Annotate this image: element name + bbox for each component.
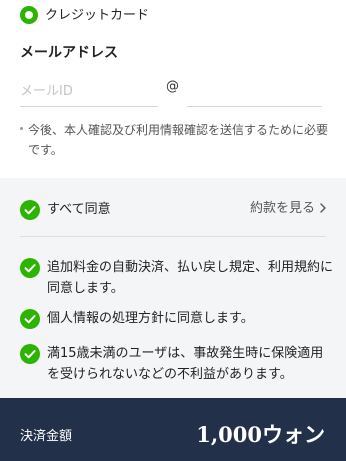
agree-age-checkbox[interactable] [20,344,40,364]
agree-privacy-checkbox[interactable] [20,309,40,329]
bullet-icon [20,127,23,130]
view-terms-link[interactable]: 約款を見る [250,200,315,218]
agree-all-checkbox[interactable] [20,200,40,220]
credit-card-radio[interactable] [20,6,38,24]
check-icon [24,315,36,324]
email-id-input[interactable] [20,76,158,107]
agree-billing-label[interactable]: 追加料金の自動決済、払い戻し規定、利用規約に同意します。 [47,257,335,299]
agree-privacy-label[interactable]: 個人情報の処理方針に同意します。 [47,308,335,329]
agree-billing-checkbox[interactable] [20,258,40,278]
agree-age-label[interactable]: 満15歳未満のユーザは、事故発生時に保険適用を受けられないなどの不利益があります… [47,343,335,385]
at-sign: @ [166,79,179,94]
payment-amount-value: 1,000ウォン [196,422,325,447]
check-icon [24,206,36,215]
email-notice: 今後、本人確認及び利用情報確認を送信するために必要です。 [28,123,329,157]
check-icon [24,350,36,359]
check-icon [24,264,36,273]
email-domain-input[interactable] [187,76,322,107]
payment-amount-label: 決済金額 [20,429,73,444]
credit-card-label[interactable]: クレジットカード [45,7,149,25]
email-section-title: メールアドレス [20,45,118,61]
agree-all-label[interactable]: すべて同意 [47,201,111,219]
divider [20,236,326,237]
chevron-right-icon[interactable] [319,199,327,223]
